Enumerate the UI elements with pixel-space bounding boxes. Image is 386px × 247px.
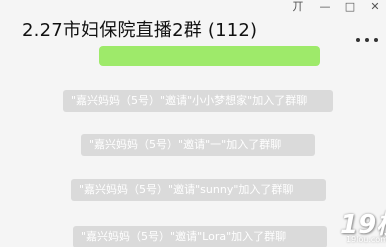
more-dot — [374, 38, 378, 42]
more-dot — [365, 38, 369, 42]
more-icon[interactable] — [356, 36, 380, 44]
watermark-logo: 19楼 19lou.com — [340, 196, 386, 247]
message-bubble-outgoing[interactable] — [99, 46, 320, 66]
more-dot — [356, 38, 360, 42]
close-icon[interactable]: ✕ — [364, 0, 386, 14]
system-message: "嘉兴妈妈（5号）"邀请"sunny"加入了群聊 — [71, 179, 326, 201]
chat-window: 2.27市妇保院直播2群 (112) 丌 — □ ✕ "嘉兴妈妈（5号）"邀请"… — [0, 0, 386, 247]
pin-icon[interactable]: 丌 — [287, 0, 309, 14]
system-message: "嘉兴妈妈（5号）"邀请"一"加入了群聊 — [81, 134, 315, 156]
watermark-subtext: 19lou.com — [346, 235, 386, 244]
system-message: "嘉兴妈妈（5号）"邀请"小小梦想家"加入了群聊 — [63, 90, 333, 112]
minimize-icon[interactable]: — — [314, 0, 336, 14]
chat-title: 2.27市妇保院直播2群 (112) — [22, 20, 258, 41]
maximize-icon[interactable]: □ — [339, 0, 361, 14]
system-message: "嘉兴妈妈（5号）"邀请"Lora"加入了群聊 — [73, 226, 327, 247]
